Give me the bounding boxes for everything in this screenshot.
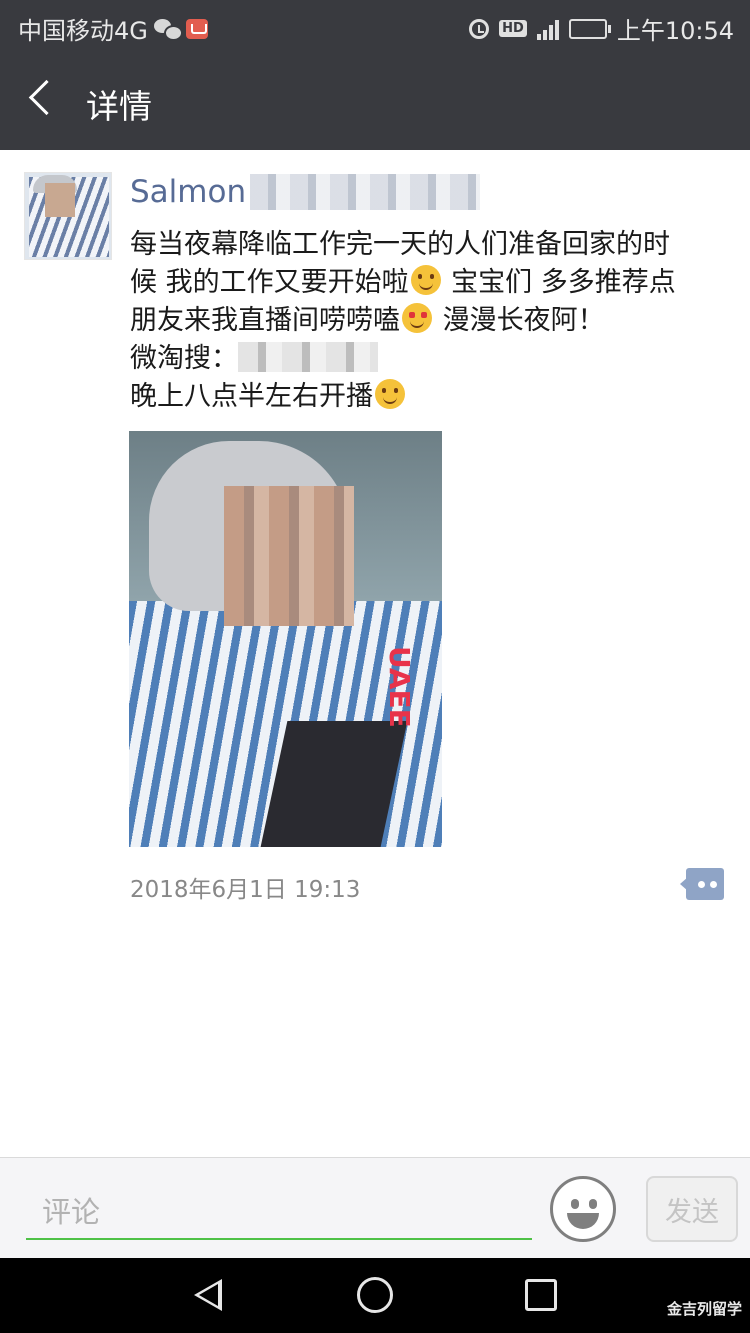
signal-bar — [554, 19, 559, 40]
signal-bar — [536, 33, 541, 40]
wechat-icon — [153, 18, 183, 41]
system-nav-bar: 金吉列留学 — [0, 1258, 750, 1333]
post-text-line: 晚上八点半左右开播 — [130, 378, 730, 416]
battery-icon — [568, 18, 611, 39]
comment-more-icon[interactable] — [680, 868, 724, 900]
smirk-emoji-icon — [375, 379, 405, 409]
comment-bar: 发送 — [0, 1157, 750, 1258]
avatar[interactable] — [24, 172, 112, 260]
search-term-blur — [238, 342, 378, 372]
nav-back-icon[interactable] — [194, 1279, 222, 1311]
author-name-blur — [250, 174, 481, 210]
post-text: 每当夜幕降临工作完一天的人们准备回家的时 候 我的工作又要开始啦 宝宝们 多多推… — [130, 226, 730, 416]
post-text-line: 朋友来我直播间唠唠嗑 漫漫长夜阿！ — [130, 302, 730, 340]
nav-home-icon[interactable] — [357, 1277, 393, 1313]
page-title: 详情 — [86, 87, 152, 126]
post-text-line-1: 每当夜幕降临工作完一天的人们准备回家的时 — [130, 229, 670, 260]
post-text-line: 每当夜幕降临工作完一天的人们准备回家的时 — [130, 226, 730, 264]
comment-more-icon-dot — [698, 881, 705, 888]
emoji-icon-eye — [571, 1199, 579, 1209]
status-right: HD 上午10:54 — [469, 11, 734, 46]
emoji-icon-mouth — [567, 1213, 599, 1229]
comment-more-icon-body — [686, 868, 724, 900]
heart-eyes-emoji-icon — [402, 303, 432, 333]
post-text-line-4: 朋友来我直播间唠唠嗑 — [130, 305, 400, 336]
nav-recent-icon[interactable] — [525, 1279, 557, 1311]
comment-input[interactable] — [26, 1186, 532, 1240]
author-name-text[interactable]: Salmon — [130, 174, 246, 210]
chevron-left-icon[interactable] — [28, 79, 65, 116]
post-text-line-5: 漫漫长夜阿！ — [434, 305, 605, 336]
post-text-line: 候 我的工作又要开始啦 宝宝们 多多推荐点 — [130, 264, 730, 302]
post-text-line-3: 宝宝们 多多推荐点 — [442, 267, 676, 298]
photo-face-blur — [224, 486, 354, 626]
author-name[interactable]: Salmon — [130, 174, 481, 210]
hd-badge: HD — [499, 20, 527, 37]
status-left: 中国移动4G — [18, 11, 208, 46]
nav-bar: 详情 — [0, 52, 750, 150]
alarm-icon — [469, 18, 490, 39]
post-text-line-7: 晚上八点半左右开播 — [130, 381, 373, 412]
avatar-face-blur — [45, 183, 75, 217]
status-bar: 中国移动4G HD 上午10:54 — [0, 0, 750, 52]
comment-more-icon-dot — [710, 881, 717, 888]
smile-emoji-icon — [410, 265, 441, 295]
photo-sleeve-print: UAEE — [294, 646, 416, 728]
clock: 上午10:54 — [616, 17, 734, 45]
carrier-label: 中国移动4G — [18, 17, 148, 45]
signal-bar — [548, 24, 553, 40]
emoji-icon[interactable] — [550, 1176, 616, 1242]
post-text-line-6: 微淘搜： — [130, 343, 238, 374]
post-text-line: 微淘搜： — [130, 340, 730, 378]
mail-icon — [185, 18, 208, 39]
emoji-icon-eye — [589, 1199, 597, 1209]
signal-bar — [542, 29, 547, 40]
watermark: 金吉列留学 — [666, 1300, 742, 1318]
post-text-line-2: 候 我的工作又要开始啦 — [130, 267, 409, 298]
post-timestamp: 2018年6月1日 19:13 — [130, 877, 361, 903]
signal-icon — [536, 18, 559, 40]
post-photo[interactable]: UAEE — [129, 431, 442, 847]
send-button[interactable]: 发送 — [646, 1176, 738, 1242]
